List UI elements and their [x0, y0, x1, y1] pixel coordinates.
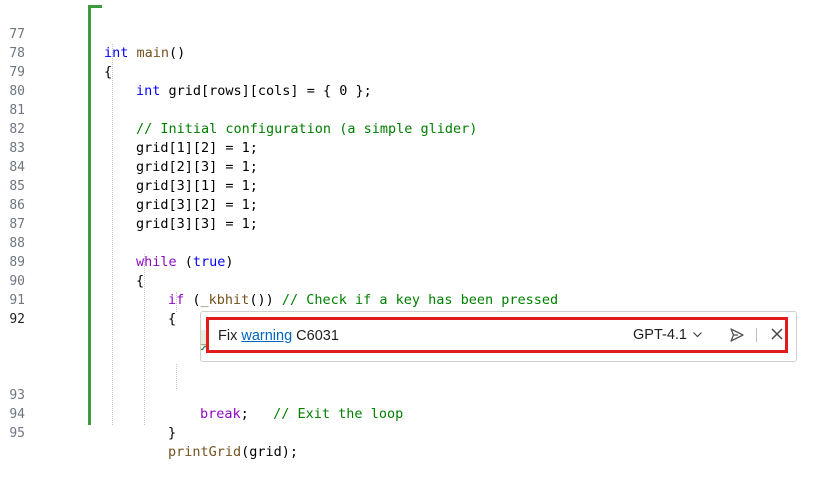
code-line[interactable]: 89 { — [0, 234, 144, 289]
code-line[interactable]: 84 grid[3][1] = 1; — [0, 139, 258, 194]
line-number: 92 — [9, 312, 25, 327]
code-line[interactable]: 81 // Initial configuration (a simple gl… — [0, 82, 477, 137]
code-text: { — [136, 273, 145, 289]
code-text: grid[3][1] = 1; — [136, 178, 258, 194]
code-line[interactable]: 80 — [0, 63, 33, 99]
code-line[interactable]: 88 while (true) — [0, 215, 233, 270]
code-text: if (_kbhit()) // Check if a key has been… — [168, 292, 559, 308]
code-line[interactable]: 77 int main() — [0, 6, 185, 61]
code-text: int grid[rows][cols] = { 0 }; — [136, 83, 372, 99]
code-text: grid[2][3] = 1; — [136, 159, 258, 175]
chat-prompt-input[interactable]: Fix warning C6031 — [218, 328, 339, 344]
code-line[interactable]: 79 int grid[rows][cols] = { 0 }; — [0, 44, 371, 99]
code-line[interactable]: 94 } — [0, 386, 176, 441]
code-text: break; // Exit the loop — [200, 406, 404, 422]
send-icon[interactable] — [728, 326, 746, 344]
code-text: { — [168, 311, 177, 327]
code-text: } — [168, 425, 177, 441]
indent-guide — [176, 364, 178, 389]
code-text: while (true) — [136, 254, 234, 270]
code-line[interactable]: 83 grid[2][3] = 1; — [0, 120, 258, 175]
change-indicator-bar — [88, 5, 91, 425]
code-text: { — [104, 64, 113, 80]
line-number: 95 — [9, 426, 25, 441]
code-line[interactable]: 91 { — [0, 272, 176, 327]
code-comment: // Initial configuration (a simple glide… — [136, 121, 478, 137]
code-text: grid[1][2] = 1; — [136, 140, 258, 156]
code-text: printGrid(grid); — [168, 444, 299, 460]
code-text: grid[3][2] = 1; — [136, 197, 258, 213]
indent-guide — [144, 254, 146, 425]
model-name: GPT-4.1 — [633, 327, 687, 343]
code-line-current[interactable]: 92 _getch(); // Consume the key — [0, 291, 428, 346]
divider — [756, 328, 757, 342]
code-line[interactable]: 78 { — [0, 25, 112, 80]
close-icon[interactable] — [769, 326, 785, 342]
inline-chat-box[interactable]: Fix warning C6031 GPT-4.1 — [206, 317, 788, 353]
code-line[interactable]: 90 if (_kbhit()) // Check if a key has b… — [0, 253, 558, 308]
code-line[interactable]: 95 printGrid(grid); — [0, 405, 298, 460]
indent-guide — [112, 44, 114, 425]
code-line[interactable]: 82 grid[1][2] = 1; — [0, 101, 258, 156]
code-line[interactable]: 87 — [0, 196, 33, 232]
code-text: grid[3][3] = 1; — [136, 216, 258, 232]
code-text: int main() — [104, 45, 186, 61]
code-line[interactable]: 86 grid[3][3] = 1; — [0, 177, 258, 232]
code-line[interactable]: 85 grid[3][2] = 1; — [0, 158, 258, 213]
model-selector[interactable]: GPT-4.1 — [633, 327, 702, 343]
code-line[interactable]: 93 break; // Exit the loop — [0, 367, 403, 422]
code-editor[interactable]: 77 int main() 78 { 79 int grid[rows][col… — [0, 0, 820, 460]
warning-link[interactable]: warning — [241, 328, 292, 344]
chevron-down-icon — [693, 330, 702, 341]
